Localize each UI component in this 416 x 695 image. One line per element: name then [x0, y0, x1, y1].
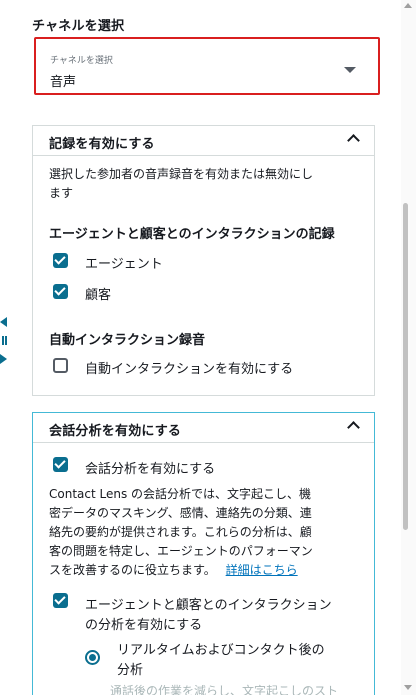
customer-checkbox-label: 顧客	[85, 288, 112, 303]
arrow-left-icon	[0, 317, 7, 327]
interaction-analytics-checkbox[interactable]	[53, 593, 68, 608]
channel-select[interactable]: チャネルを選択 音声	[34, 37, 380, 95]
enable-analytics-checkbox[interactable]	[53, 457, 68, 472]
realtime-radio[interactable]	[85, 650, 100, 665]
agent-checkbox[interactable]	[53, 253, 68, 268]
analytics-description-line5-text: スを改善するのに役立ちます。	[49, 563, 216, 577]
recording-description-line2: ます	[49, 186, 74, 200]
realtime-description-fade: 通話後の作業を減らし、文字起こしのスト	[110, 684, 339, 695]
panel-resize-handle[interactable]	[0, 317, 10, 365]
scrollbar-thumb[interactable]	[403, 203, 408, 530]
interaction-analytics-label-line2: の分析を有効にする	[85, 618, 203, 633]
channel-select-value: 音声	[50, 75, 77, 90]
drag-handle-icon	[2, 336, 7, 345]
analytics-description-line3: 絡先の要約が提供されます。これらの分析は、顧	[49, 525, 312, 539]
analytics-panel: 会話分析を有効にする 会話分析を有効にする Contact Lens の会話分析…	[32, 412, 375, 695]
scroll-down-arrow-icon[interactable]	[404, 685, 412, 690]
realtime-radio-label-line2: 分析	[117, 663, 144, 678]
analytics-panel-header[interactable]: 会話分析を有効にする	[33, 413, 374, 443]
customer-checkbox[interactable]	[53, 284, 68, 299]
interaction-analytics-label-line1: エージェントと顧客とのインタラクション	[85, 598, 332, 613]
analytics-description-line1: Contact Lens の会話分析では、文字起こし、機	[49, 487, 312, 501]
recording-panel-title: 記録を有効にする	[49, 137, 155, 152]
realtime-radio-label-line1: リアルタイムおよびコンタクト後の	[117, 643, 325, 658]
enable-analytics-checkbox-label: 会話分析を有効にする	[85, 462, 216, 477]
auto-recording-title: 自動インタラクション録音	[49, 333, 206, 348]
recording-description-line1: 選択した参加者の音声録音を有効または無効にし	[49, 167, 314, 181]
chevron-up-icon[interactable]	[347, 421, 360, 434]
analytics-panel-title: 会話分析を有効にする	[49, 424, 182, 439]
recording-panel-header[interactable]: 記録を有効にする	[33, 126, 374, 156]
auto-recording-checkbox-label: 自動インタラクションを有効にする	[85, 362, 294, 377]
chevron-up-icon[interactable]	[347, 134, 360, 147]
analytics-description-line4: 客の問題を特定し、エージェントのパフォーマン	[49, 544, 313, 558]
recording-panel: 記録を有効にする 選択した参加者の音声録音を有効または無効にし ます エージェン…	[32, 125, 375, 396]
arrow-right-icon	[0, 354, 7, 364]
scroll-up-arrow-icon[interactable]	[404, 3, 412, 8]
caret-down-icon	[344, 67, 356, 73]
auto-recording-checkbox[interactable]	[53, 358, 68, 373]
agent-checkbox-label: エージェント	[85, 257, 163, 272]
channel-section-label: チャネルを選択	[32, 19, 125, 34]
channel-select-floating-label: チャネルを選択	[50, 56, 113, 66]
analytics-description-line5: スを改善するのに役立ちます。 詳細はこちら	[49, 561, 298, 580]
analytics-description-line2: 密データのマスキング、感情、連絡先の分類、連	[49, 506, 312, 520]
learn-more-link[interactable]: 詳細はこちら	[226, 563, 298, 577]
interaction-recording-title: エージェントと顧客とのインタラクションの記録	[49, 227, 335, 242]
